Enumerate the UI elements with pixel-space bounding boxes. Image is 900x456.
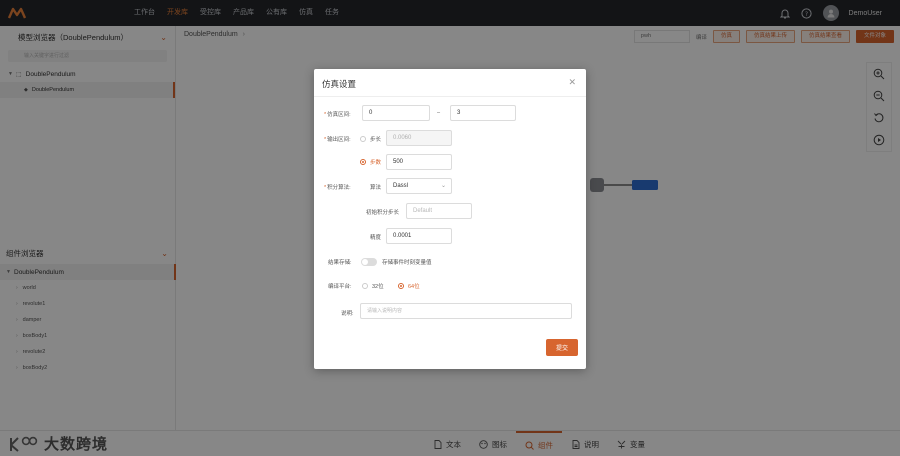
- initial-step-input[interactable]: Default: [406, 203, 472, 219]
- dialog-title: 仿真设置: [322, 79, 357, 89]
- interval-start-input[interactable]: 0: [362, 105, 430, 121]
- initial-step-label: 初始积分步长: [366, 210, 400, 216]
- platform-64-label[interactable]: 64位: [408, 282, 420, 290]
- platform-64-radio[interactable]: [398, 283, 404, 289]
- close-icon[interactable]: ✕: [568, 77, 576, 88]
- storage-label: 结果存储:: [328, 260, 352, 266]
- interval-label: *仿真区间:: [324, 112, 351, 118]
- platform-32-label[interactable]: 32位: [372, 282, 384, 290]
- store-events-label: 存储事件时刻变量值: [382, 260, 432, 266]
- description-input[interactable]: 请输入说明内容: [360, 303, 572, 319]
- platform-32-radio[interactable]: [362, 283, 368, 289]
- chevron-down-icon: ⌄: [440, 183, 446, 189]
- count-radio-label[interactable]: 步数: [370, 158, 381, 166]
- tolerance-input[interactable]: 0.0001: [386, 228, 452, 244]
- output-label: *输出区间:: [324, 137, 351, 143]
- interval-separator: –: [437, 110, 441, 116]
- submit-button[interactable]: 提交: [546, 339, 578, 356]
- tolerance-label: 精度: [370, 235, 382, 241]
- step-input[interactable]: 0.0060: [386, 130, 452, 146]
- count-input[interactable]: 500: [386, 154, 452, 170]
- integration-label: *积分算法:: [324, 185, 351, 191]
- algorithm-select[interactable]: Dassl ⌄: [386, 178, 452, 194]
- platform-label: 编译平台:: [328, 284, 352, 290]
- count-radio[interactable]: [360, 159, 366, 165]
- step-radio-label[interactable]: 步长: [370, 135, 381, 143]
- interval-end-input[interactable]: 3: [450, 105, 516, 121]
- dialog-divider: [314, 96, 586, 97]
- step-radio[interactable]: [360, 136, 366, 142]
- algorithm-label: 算法: [370, 185, 382, 191]
- description-label: 说明:: [341, 311, 354, 317]
- simulation-settings-dialog: 仿真设置 ✕ *仿真区间: 0 – 3 *输出区间: 步长 0.0060 步数 …: [314, 69, 586, 369]
- store-events-toggle[interactable]: [361, 258, 377, 266]
